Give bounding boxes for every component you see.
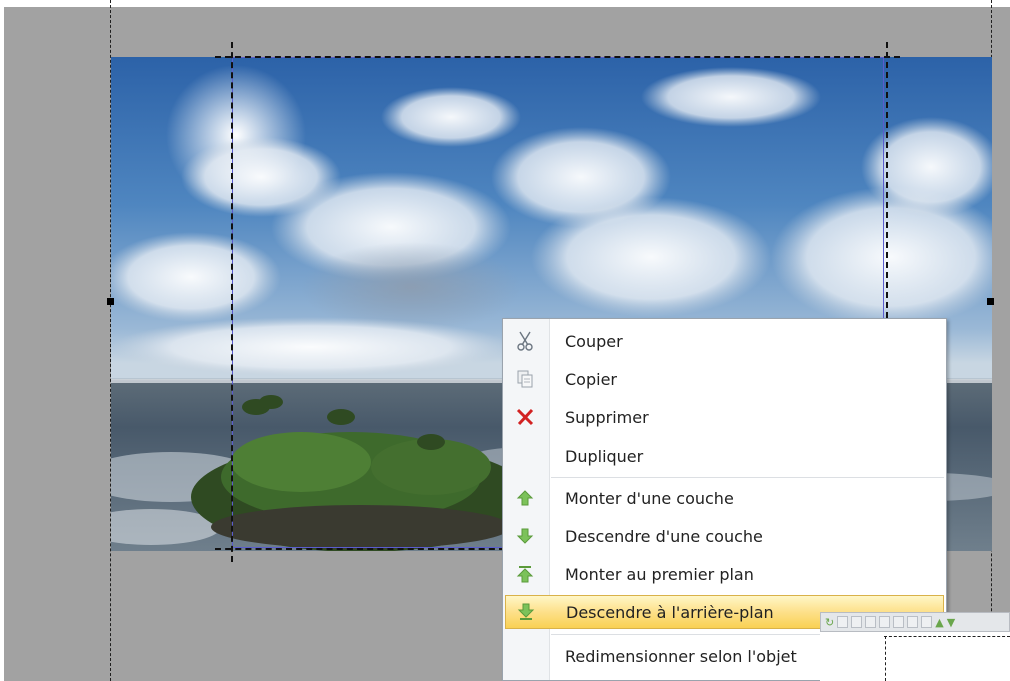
delete-x-icon (505, 400, 545, 434)
arrow-up-icon (505, 481, 545, 515)
menu-item-premier-plan[interactable]: Monter au premier plan (505, 557, 944, 591)
selection-top-guide (215, 56, 900, 58)
toolbar-button[interactable] (907, 616, 919, 628)
menu-item-label: Monter d'une couche (565, 488, 734, 508)
island (191, 395, 531, 551)
guide-line-bottom (884, 636, 1010, 637)
menu-item-label: Couper (565, 331, 623, 351)
menu-item-monter-couche[interactable]: Monter d'une couche (505, 481, 944, 515)
toolbar-button[interactable] (851, 616, 863, 628)
toolbar-button[interactable] (837, 616, 849, 628)
selection-bottom-guide (215, 548, 505, 550)
rotate-icon[interactable]: ↻ (825, 616, 834, 629)
resize-handle-right[interactable] (987, 298, 994, 305)
scissors-icon (505, 324, 545, 358)
guide-line-lower (885, 636, 886, 681)
bring-to-front-icon (505, 557, 545, 591)
menu-item-label: Copier (565, 369, 617, 389)
copy-icon (505, 362, 545, 396)
menu-item-dupliquer[interactable]: Dupliquer (505, 439, 944, 473)
menu-item-label: Redimensionner selon l'objet (565, 646, 797, 666)
empty-icon-slot (505, 439, 545, 473)
arrow-down-icon (505, 519, 545, 553)
toolbar-button[interactable] (921, 616, 933, 628)
selection-right-guide (886, 42, 888, 318)
mini-toolbar[interactable]: ↻ ▲ ▼ (820, 612, 1010, 632)
menu-item-label: Dupliquer (565, 446, 644, 466)
menu-item-label: Monter au premier plan (565, 564, 754, 584)
menu-item-label: Supprimer (565, 407, 649, 427)
resize-handle-left[interactable] (107, 298, 114, 305)
toolbar-button[interactable] (893, 616, 905, 628)
menu-item-copier[interactable]: Copier (505, 362, 944, 396)
arrow-down-icon[interactable]: ▼ (947, 616, 955, 629)
selection-left-guide (231, 42, 233, 562)
lower-canvas-region (820, 632, 1010, 681)
menu-item-label: Descendre d'une couche (565, 526, 763, 546)
toolbar-button[interactable] (865, 616, 877, 628)
menu-item-supprimer[interactable]: Supprimer (505, 400, 944, 434)
send-to-back-icon (506, 595, 546, 629)
toolbar-button[interactable] (879, 616, 891, 628)
empty-icon-slot (505, 639, 545, 673)
menu-item-descendre-couche[interactable]: Descendre d'une couche (505, 519, 944, 553)
menu-item-couper[interactable]: Couper (505, 324, 944, 358)
menu-separator (551, 477, 944, 478)
arrow-up-icon[interactable]: ▲ (935, 616, 943, 629)
menu-item-label: Descendre à l'arrière-plan (566, 602, 774, 622)
